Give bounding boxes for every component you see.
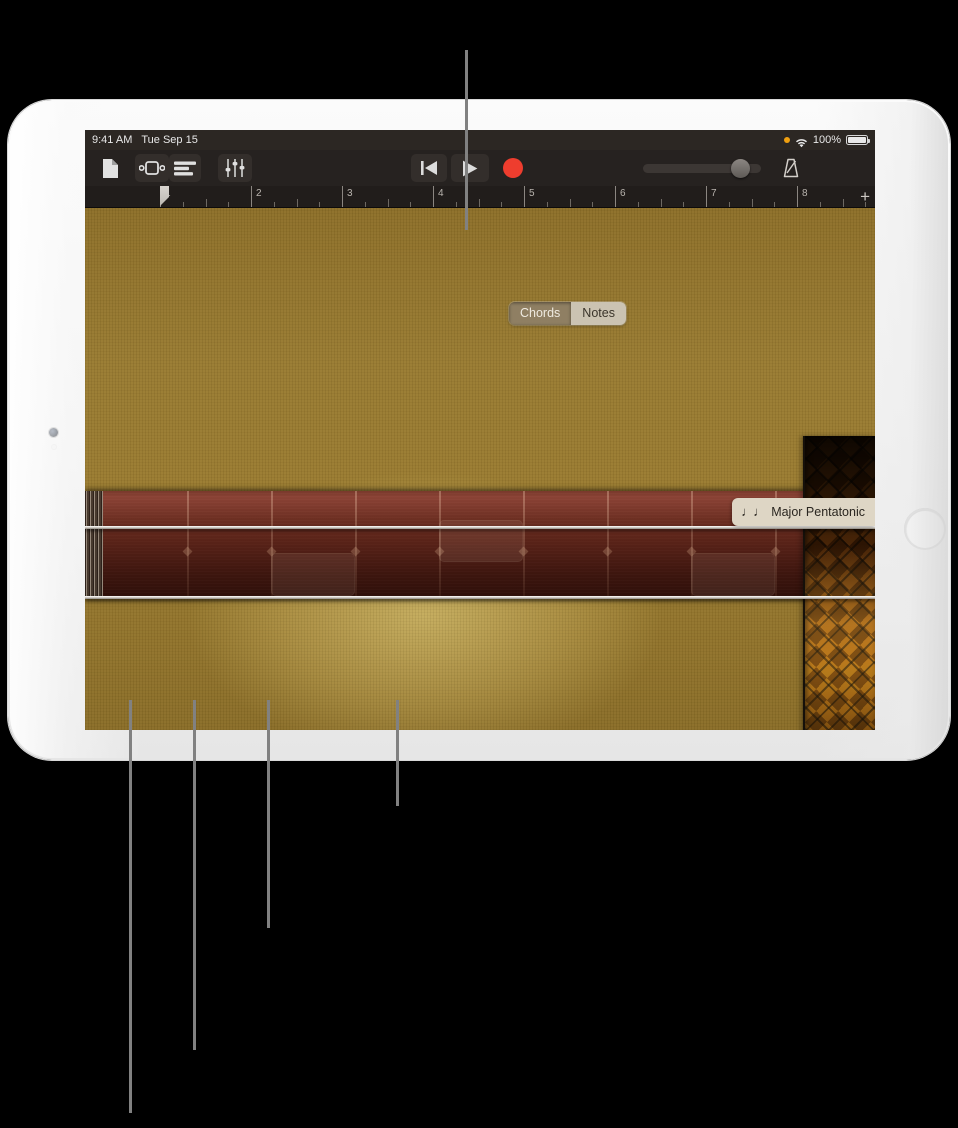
callout-horse-hair — [267, 700, 270, 928]
record-icon — [503, 158, 523, 178]
metronome-icon — [783, 158, 799, 178]
status-bar: 9:41 AM Tue Sep 15 100% — [85, 130, 875, 150]
battery-percent: 100% — [812, 134, 841, 146]
scale-name: Major Pentatonic — [771, 504, 865, 519]
rewind-button[interactable] — [411, 154, 447, 182]
string-lower[interactable] — [85, 596, 875, 599]
ruler-bar-6: 6 — [620, 188, 626, 199]
ruler[interactable]: 1 2 3 4 5 6 7 8 + — [85, 186, 875, 208]
ipad-screen: 9:41 AM Tue Sep 15 100% 2 3 4 5 6 7 8 + … — [85, 130, 875, 730]
tab-chords[interactable]: Chords — [509, 302, 572, 325]
browser-view-button[interactable] — [135, 154, 169, 182]
tab-notes[interactable]: Notes — [571, 302, 626, 325]
ruler-bar-5: 5 — [529, 188, 535, 199]
play-button[interactable] — [451, 154, 489, 182]
status-bar-right: 100% — [783, 130, 870, 150]
mode-toggle[interactable]: Chords Notes — [509, 302, 626, 325]
ruler-bar-2: 2 — [256, 188, 262, 199]
master-volume-slider[interactable] — [643, 159, 761, 178]
mixer-button[interactable] — [218, 154, 252, 182]
sliders-icon — [225, 159, 245, 177]
metronome-button[interactable] — [775, 154, 807, 182]
status-time: 9:41 AM — [92, 134, 133, 146]
erhu-resonator-body — [803, 436, 875, 730]
callout-vibrato-amount — [396, 700, 399, 806]
note-zone-active-lower-2[interactable] — [691, 553, 775, 596]
ruler-bar-7: 7 — [711, 188, 717, 199]
callout-vibrato — [193, 700, 196, 1050]
add-section-button[interactable]: + — [860, 188, 870, 205]
eighth-notes-icon: ♩♩ — [741, 504, 766, 519]
scale-badge[interactable]: ♩♩ Major Pentatonic — [732, 498, 875, 526]
master-volume-thumb[interactable] — [731, 159, 750, 178]
playhead-marker[interactable] — [160, 186, 169, 206]
ruler-bar-3: 3 — [347, 188, 353, 199]
tracks-view-button[interactable] — [169, 154, 201, 182]
ruler-bar-4: 4 — [438, 188, 444, 199]
front-camera-icon — [49, 428, 58, 437]
wifi-icon — [795, 135, 808, 148]
status-date: Tue Sep 15 — [141, 134, 198, 146]
string-upper[interactable] — [85, 526, 875, 529]
ambient-sensor-icon — [52, 445, 56, 449]
record-dot-icon — [783, 137, 790, 143]
status-bar-left: 9:41 AM Tue Sep 15 — [92, 130, 198, 150]
toolbar: ? — [85, 150, 875, 186]
erhu-instrument: Chords Notes ♩♩ Major Pentatonic — [85, 208, 875, 730]
record-button[interactable] — [495, 154, 531, 182]
instrument-browser-icon — [139, 161, 165, 175]
my-songs-button[interactable] — [95, 154, 125, 182]
tracks-icon — [174, 161, 196, 175]
ruler-bar-8: 8 — [802, 188, 808, 199]
callout-mode-toggle — [465, 50, 468, 230]
document-icon — [102, 158, 118, 178]
battery-full-icon — [846, 135, 870, 145]
erhu-nut — [85, 491, 103, 596]
callout-glissando — [129, 700, 132, 1113]
rewind-icon — [421, 161, 437, 175]
home-button[interactable] — [904, 508, 946, 550]
screenshot-root: 9:41 AM Tue Sep 15 100% 2 3 4 5 6 7 8 + … — [0, 0, 958, 1128]
note-zone-active-lower-1[interactable] — [271, 553, 355, 596]
